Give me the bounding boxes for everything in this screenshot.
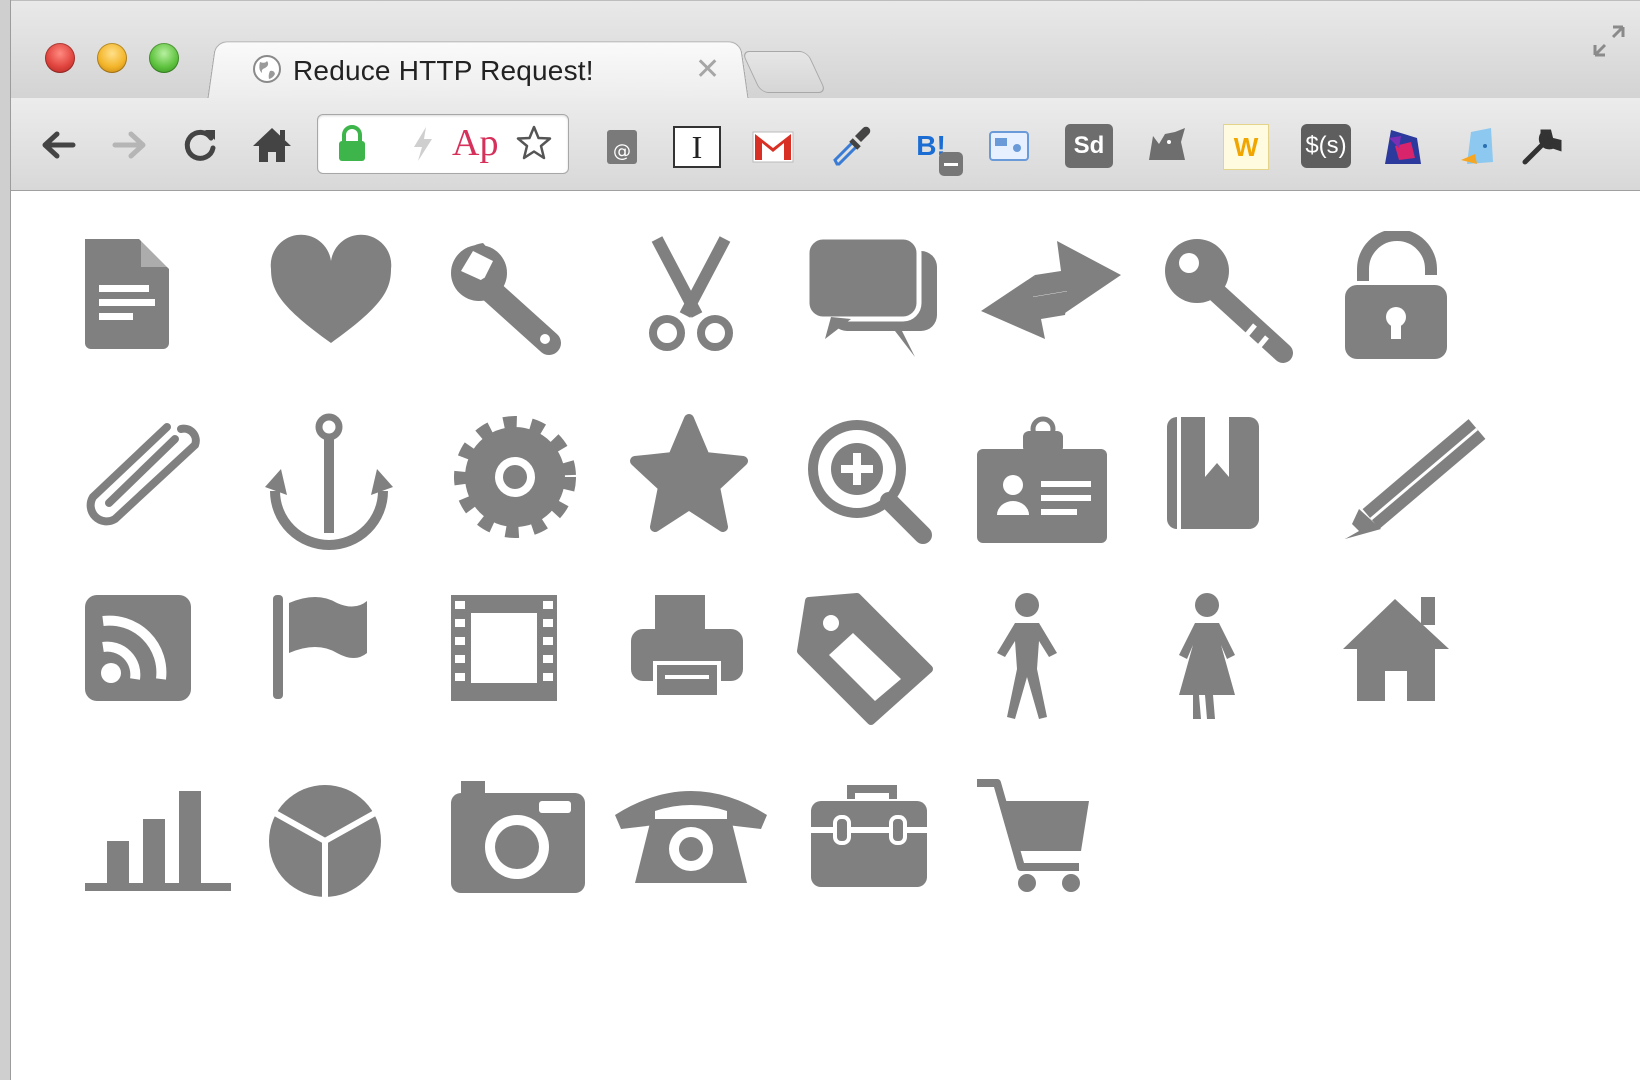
scissors-icon	[611, 231, 771, 381]
tag-icon	[791, 591, 951, 741]
shopping-cart-icon	[971, 771, 1131, 921]
telephone-icon	[611, 771, 771, 921]
gear-icon	[431, 411, 591, 561]
unlock-icon	[1331, 229, 1491, 381]
wrench-icon	[431, 231, 591, 381]
w-extension[interactable]: W	[1223, 124, 1269, 170]
rss-icon	[71, 591, 231, 741]
new-tab-button[interactable]	[741, 51, 827, 93]
dollar-extension[interactable]: $(s)	[1301, 124, 1351, 168]
minus-badge-icon	[939, 152, 963, 176]
colorful-extension-icon[interactable]	[1381, 124, 1425, 168]
paperclip-icon	[71, 411, 231, 561]
document-icon	[71, 231, 231, 381]
lightning-icon	[414, 127, 432, 161]
svg-text:@: @	[613, 141, 631, 162]
bar-chart-icon	[71, 771, 231, 921]
lock-icon	[339, 125, 365, 161]
browser-toolbar: Ap @ I B! Sd W $(s)	[11, 98, 1640, 191]
fullscreen-icon[interactable]	[1591, 23, 1627, 59]
eyedropper-icon[interactable]	[829, 124, 873, 168]
tab-content[interactable]: Reduce HTTP Request! ✕	[241, 45, 741, 95]
zoom-in-icon	[791, 411, 951, 561]
minimize-window-button[interactable]	[97, 43, 127, 73]
sd-extension[interactable]: Sd	[1065, 124, 1113, 168]
man-icon	[971, 591, 1131, 741]
heart-icon	[251, 231, 411, 381]
title-bar: Reduce HTTP Request! ✕	[11, 0, 1640, 102]
flag-icon	[251, 591, 411, 741]
forward-arrow-icon[interactable]	[105, 120, 155, 170]
anchor-icon	[251, 411, 411, 561]
printer-icon	[611, 591, 771, 741]
back-arrow-icon[interactable]	[33, 120, 83, 170]
star-icon	[611, 411, 771, 561]
bookmark-book-icon	[1151, 411, 1311, 561]
pencil-icon	[1331, 411, 1491, 561]
close-window-button[interactable]	[45, 43, 75, 73]
instapaper-extension[interactable]: I	[673, 126, 721, 168]
bookmark-star-icon[interactable]	[514, 123, 554, 163]
page-content	[11, 191, 1640, 1080]
reload-icon[interactable]	[175, 120, 225, 170]
address-bar[interactable]: Ap	[317, 114, 569, 174]
house-icon	[1331, 591, 1491, 741]
ap-extension-label[interactable]: Ap	[452, 121, 498, 165]
pie-chart-icon	[251, 771, 411, 921]
id-badge-icon	[971, 411, 1131, 561]
tab-close-icon[interactable]: ✕	[695, 55, 720, 85]
email-extension-icon[interactable]: @	[601, 124, 645, 168]
home-icon[interactable]	[247, 120, 297, 170]
gmail-icon[interactable]	[751, 124, 795, 168]
swap-arrows-icon	[971, 231, 1131, 381]
toolbox-icon	[791, 771, 951, 921]
chat-bubbles-icon	[791, 231, 951, 381]
tab-title: Reduce HTTP Request!	[293, 55, 594, 86]
wrench-menu-icon[interactable]	[1519, 124, 1563, 168]
browser-window: Reduce HTTP Request! ✕ Ap @ I B! Sd W $(…	[10, 0, 1640, 1080]
zoom-window-button[interactable]	[149, 43, 179, 73]
camera-icon	[431, 771, 591, 921]
woman-icon	[1151, 591, 1311, 741]
rhino-extension-icon[interactable]	[1145, 124, 1189, 168]
phone-extension-icon[interactable]	[1457, 124, 1501, 168]
film-icon	[431, 591, 591, 741]
key-icon	[1151, 231, 1311, 381]
globe-icon	[253, 55, 281, 83]
screenshot-extension-icon[interactable]	[987, 124, 1031, 168]
